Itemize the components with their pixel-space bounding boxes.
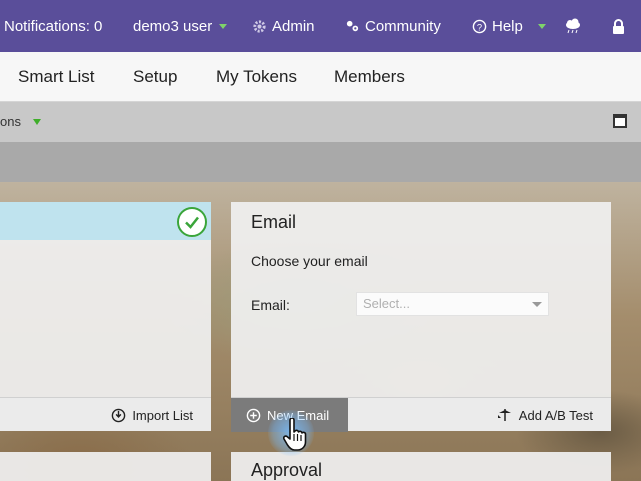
tab-setup[interactable]: Setup bbox=[133, 52, 177, 102]
help-icon: ? bbox=[472, 19, 487, 34]
plus-circle-icon bbox=[246, 408, 261, 423]
lock-icon bbox=[612, 18, 625, 34]
community-link[interactable]: Community bbox=[345, 0, 441, 52]
card-footer: Import List bbox=[0, 397, 211, 431]
help-label: Help bbox=[492, 17, 523, 35]
cloud-icon bbox=[564, 18, 582, 34]
user-menu[interactable]: demo3 user bbox=[133, 0, 228, 52]
user-name: demo3 user bbox=[133, 17, 213, 35]
chevron-down-icon bbox=[532, 302, 542, 307]
ab-test-label: Add A/B Test bbox=[518, 407, 593, 423]
list-card-secondary bbox=[0, 452, 211, 481]
admin-label: Admin bbox=[272, 17, 315, 35]
svg-text:?: ? bbox=[477, 22, 482, 32]
community-icon bbox=[345, 19, 360, 34]
email-select[interactable]: Select... bbox=[356, 292, 549, 316]
window-icon[interactable] bbox=[613, 114, 627, 128]
tab-smart-list[interactable]: Smart List bbox=[18, 52, 95, 102]
toolbar: ons bbox=[0, 102, 641, 142]
approval-card-title: Approval bbox=[251, 460, 323, 480]
top-nav-bar: Notifications: 0 demo3 user Admin Commun… bbox=[0, 0, 641, 52]
hand-cursor-icon bbox=[282, 417, 309, 457]
choose-email-prompt: Choose your email bbox=[251, 253, 368, 269]
add-ab-test-button[interactable]: Add A/B Test bbox=[497, 398, 593, 432]
cloud-icon-button[interactable] bbox=[564, 0, 582, 52]
import-icon bbox=[111, 408, 126, 423]
tab-my-tokens[interactable]: My Tokens bbox=[216, 52, 297, 102]
chevron-down-icon bbox=[537, 23, 546, 29]
email-select-placeholder: Select... bbox=[363, 296, 410, 311]
operations-menu[interactable]: ons bbox=[0, 102, 41, 142]
email-field-label: Email: bbox=[251, 297, 290, 313]
import-list-button[interactable]: Import List bbox=[111, 398, 193, 432]
sub-toolbar bbox=[0, 142, 641, 182]
gear-icon bbox=[252, 19, 267, 34]
checkmark-icon bbox=[177, 207, 207, 237]
import-list-label: Import List bbox=[132, 407, 193, 423]
chevron-down-icon bbox=[32, 119, 41, 125]
notifications-link[interactable]: Notifications: 0 bbox=[4, 0, 102, 52]
tab-bar: Smart List Setup My Tokens Members bbox=[0, 52, 641, 102]
operations-label: ons bbox=[0, 114, 21, 129]
community-label: Community bbox=[365, 17, 441, 35]
list-card: Import List bbox=[0, 202, 211, 431]
lock-button[interactable] bbox=[612, 0, 625, 52]
ab-test-icon bbox=[497, 408, 513, 422]
admin-link[interactable]: Admin bbox=[252, 0, 315, 52]
chevron-down-icon bbox=[219, 23, 228, 29]
help-menu[interactable]: ? Help bbox=[472, 0, 546, 52]
notifications-label: Notifications: 0 bbox=[4, 17, 103, 35]
tab-members[interactable]: Members bbox=[334, 52, 405, 102]
email-card-title: Email bbox=[251, 212, 297, 232]
email-card: Email Choose your email Email: Select...… bbox=[231, 202, 611, 432]
